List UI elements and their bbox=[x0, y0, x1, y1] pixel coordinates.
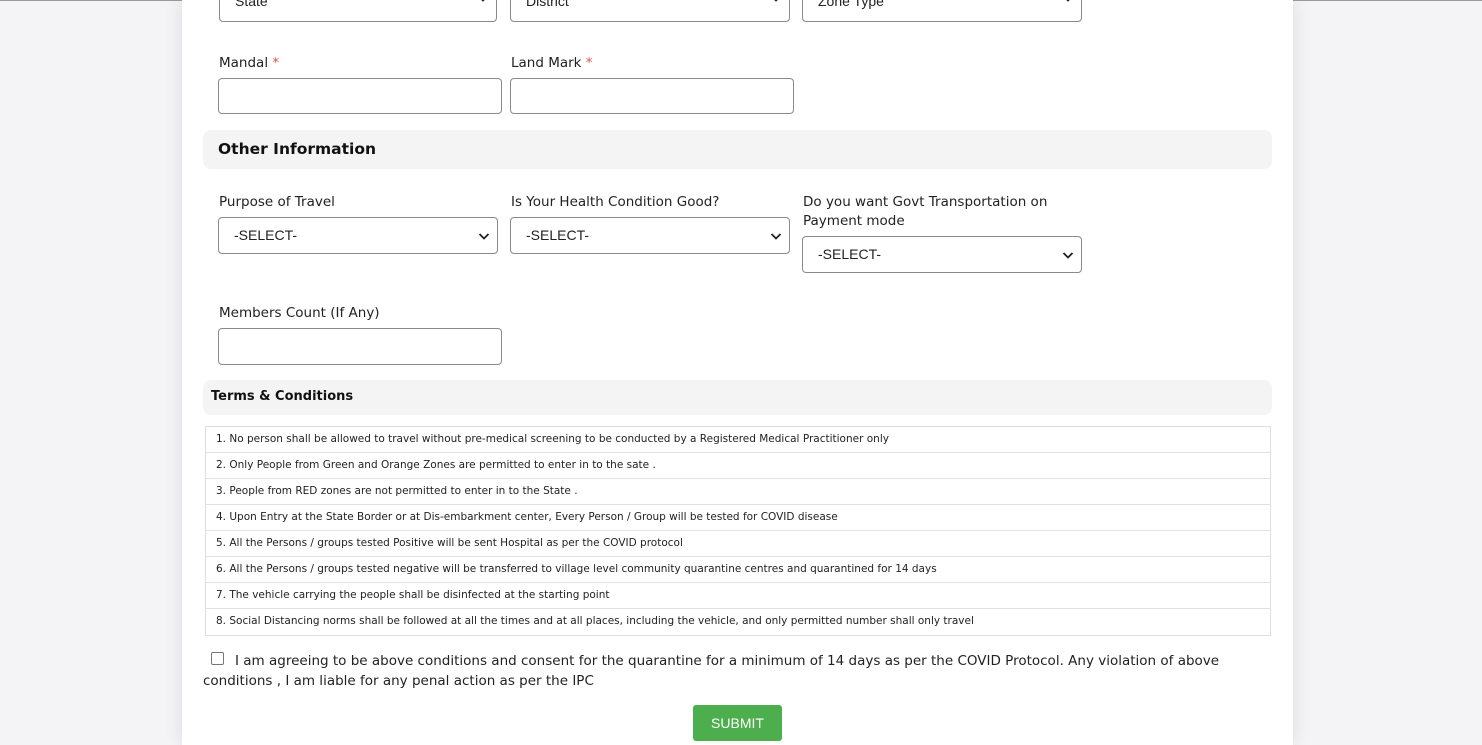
terms-header: Terms & Conditions bbox=[203, 380, 1272, 415]
health-condition-label: Is Your Health Condition Good? bbox=[511, 194, 720, 210]
terms-table: 1. No person shall be allowed to travel … bbox=[205, 426, 1271, 636]
health-condition-value: -SELECT- bbox=[526, 227, 590, 243]
table-row: 2. Only People from Green and Orange Zon… bbox=[206, 453, 1270, 479]
purpose-of-travel-select[interactable]: -SELECT- bbox=[218, 217, 498, 254]
mandal-label-text: Mandal bbox=[219, 55, 269, 71]
zone-type-select[interactable]: Zone Type bbox=[802, 0, 1082, 22]
members-count-label: Members Count (If Any) bbox=[219, 305, 380, 321]
table-row: 5. All the Persons / groups tested Posit… bbox=[206, 531, 1270, 557]
chevron-down-icon bbox=[1062, 252, 1074, 259]
chevron-down-icon bbox=[478, 233, 490, 240]
chevron-down-icon bbox=[774, 0, 778, 2]
table-row: 7. The vehicle carrying the people shall… bbox=[206, 583, 1270, 609]
section-title: Other Information bbox=[218, 140, 377, 158]
required-mark: * bbox=[585, 55, 593, 71]
table-row: 3. People from RED zones are not permitt… bbox=[206, 479, 1270, 505]
terms-title: Terms & Conditions bbox=[211, 389, 354, 404]
purpose-of-travel-value: -SELECT- bbox=[234, 227, 298, 243]
mandal-input[interactable] bbox=[218, 78, 502, 114]
land-mark-label: Land Mark * bbox=[511, 54, 593, 73]
table-row: 4. Upon Entry at the State Border or at … bbox=[206, 505, 1270, 531]
purpose-of-travel-label: Purpose of Travel bbox=[219, 194, 335, 210]
district-select[interactable]: District bbox=[510, 0, 790, 22]
table-row: 6. All the Persons / groups tested negat… bbox=[206, 557, 1270, 583]
govt-transport-value: -SELECT- bbox=[818, 246, 882, 262]
mandal-label: Mandal * bbox=[219, 54, 279, 73]
zone-type-select-value: Zone Type bbox=[818, 0, 884, 9]
land-mark-label-text: Land Mark bbox=[511, 55, 582, 71]
form-sheet: State District Zone Type Mandal * Land M… bbox=[182, 0, 1293, 745]
table-row: 1. No person shall be allowed to travel … bbox=[206, 427, 1270, 453]
consent-text: I am agreeing to be above conditions and… bbox=[203, 653, 1220, 689]
consent-checkbox[interactable] bbox=[211, 652, 224, 665]
govt-transport-label: Do you want Govt Transportation on Payme… bbox=[803, 194, 1048, 229]
chevron-down-icon bbox=[1066, 0, 1070, 2]
govt-transport-select[interactable]: -SELECT- bbox=[802, 236, 1082, 273]
chevron-down-icon bbox=[770, 233, 782, 240]
state-select[interactable]: State bbox=[219, 0, 497, 22]
submit-button[interactable]: SUBMIT bbox=[693, 705, 782, 741]
district-select-value: District bbox=[526, 0, 569, 9]
members-count-input[interactable] bbox=[218, 328, 502, 365]
table-row: 8. Social Distancing norms shall be foll… bbox=[216, 615, 974, 627]
land-mark-input[interactable] bbox=[510, 78, 794, 114]
state-select-value: State bbox=[235, 0, 268, 9]
other-information-header: Other Information bbox=[203, 130, 1272, 169]
chevron-down-icon bbox=[481, 0, 485, 2]
health-condition-select[interactable]: -SELECT- bbox=[510, 217, 790, 254]
required-mark: * bbox=[272, 55, 280, 71]
